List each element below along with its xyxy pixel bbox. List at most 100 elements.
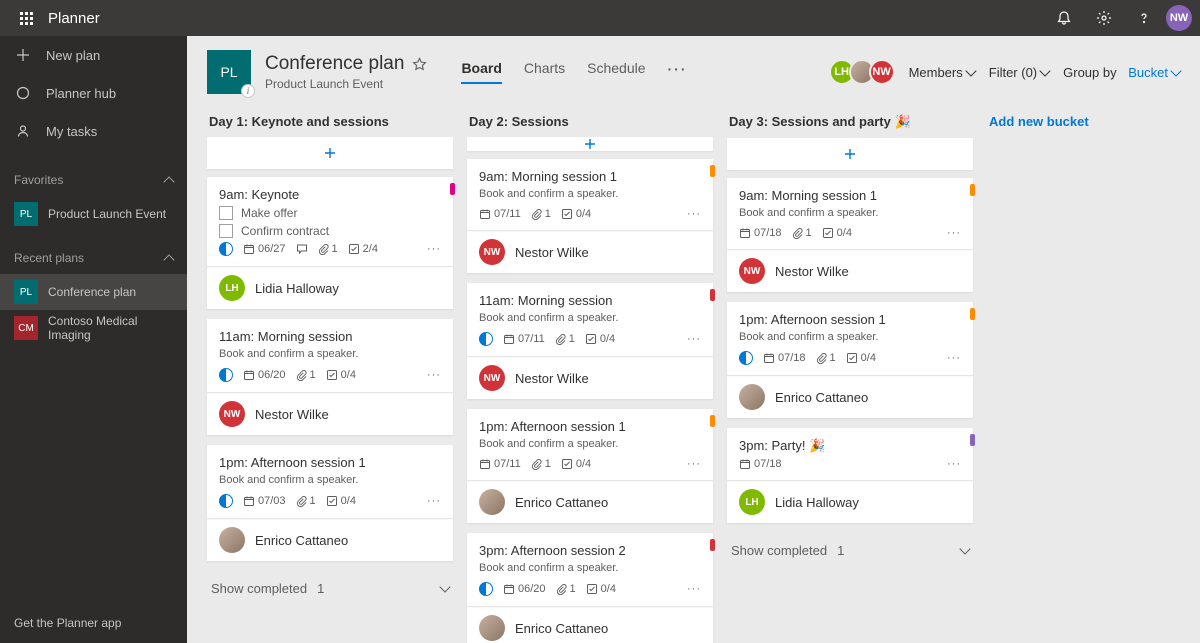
sidebar: New plan Planner hub My tasks Favorites … [0, 36, 187, 643]
sidebar-plan-item[interactable]: PL Conference plan [0, 274, 187, 310]
show-completed-toggle[interactable]: Show completed1 [207, 571, 453, 606]
card-more-icon[interactable]: ··· [687, 208, 701, 220]
task-card[interactable]: 11am: Morning sessionBook and confirm a … [207, 319, 453, 392]
add-bucket[interactable]: Add new bucket [987, 108, 1200, 623]
chevron-up-icon [163, 254, 174, 265]
sidebar-plan-item[interactable]: PL Product Launch Event [0, 196, 187, 232]
task-card[interactable]: 9am: KeynoteMake offerConfirm contract06… [207, 177, 453, 266]
tab-schedule[interactable]: Schedule [587, 60, 645, 84]
card-more-icon[interactable]: ··· [947, 227, 961, 239]
card-title: 1pm: Afternoon session 1 [739, 312, 961, 327]
card-title: 1pm: Afternoon session 1 [219, 455, 441, 470]
assignee-avatar [479, 489, 505, 515]
checklist-item[interactable]: Make offer [219, 206, 441, 220]
filter-dropdown[interactable]: Filter (0) [989, 65, 1049, 80]
help-icon[interactable] [1126, 0, 1162, 36]
checklist-item[interactable]: Confirm contract [219, 224, 441, 238]
assignee-row: LH Lidia Halloway [207, 266, 453, 309]
sidebar-plan-item[interactable]: CM Contoso Medical Imaging [0, 310, 187, 346]
assignee-name: Nestor Wilke [515, 245, 589, 260]
star-icon[interactable] [412, 57, 427, 72]
card-more-icon[interactable]: ··· [687, 333, 701, 345]
task-card[interactable]: 1pm: Afternoon session 1Book and confirm… [467, 409, 713, 480]
planner-hub-link[interactable]: Planner hub [0, 74, 187, 112]
progress-icon [479, 582, 493, 596]
plan-title: Conference plan [265, 53, 427, 75]
card-more-icon[interactable]: ··· [947, 458, 961, 470]
attachment-count: 1 [296, 369, 316, 381]
card-title: 1pm: Afternoon session 1 [479, 419, 701, 434]
plan-badge-small: PL [14, 280, 38, 304]
card-more-icon[interactable]: ··· [427, 495, 441, 507]
app-launcher-icon[interactable] [8, 0, 44, 36]
assignee-name: Enrico Cattaneo [775, 390, 868, 405]
chevron-down-icon [959, 543, 970, 554]
bucket-title[interactable]: Day 1: Keynote and sessions [207, 108, 453, 137]
members-dropdown[interactable]: Members [909, 65, 975, 80]
card-title: 11am: Morning session [219, 329, 441, 344]
info-icon[interactable]: i [241, 84, 255, 98]
card-more-icon[interactable]: ··· [427, 369, 441, 381]
card-meta: 06/2010/4··· [219, 368, 441, 382]
assignee-row: Enrico Cattaneo [207, 518, 453, 561]
assignee-avatar: LH [739, 489, 765, 515]
task-card[interactable]: 3pm: Party! 🎉07/18··· [727, 428, 973, 480]
more-tabs-icon[interactable]: ··· [668, 61, 688, 83]
due-date: 06/27 [243, 243, 286, 255]
recent-section[interactable]: Recent plans [0, 242, 187, 274]
bucket: Day 3: Sessions and party 🎉 9am: Morning… [727, 108, 973, 623]
add-task-button[interactable] [727, 138, 973, 170]
task-card[interactable]: 9am: Morning session 1 Book and confirm a… [467, 159, 713, 230]
chevron-down-icon [1170, 65, 1181, 76]
main-content: PL i Conference plan Product Launch Even… [187, 36, 1200, 643]
plan-name: Contoso Medical Imaging [48, 314, 173, 342]
bucket-title[interactable]: Day 2: Sessions [467, 108, 713, 137]
card-tag [710, 289, 715, 301]
view-tabs: Board Charts Schedule ··· [461, 60, 687, 84]
notifications-icon[interactable] [1046, 0, 1082, 36]
tab-board[interactable]: Board [461, 60, 501, 84]
chevron-up-icon [163, 176, 174, 187]
member-avatar: NW [869, 59, 895, 85]
card-more-icon[interactable]: ··· [687, 583, 701, 595]
settings-icon[interactable] [1086, 0, 1122, 36]
card-description: Book and confirm a speaker. [479, 188, 701, 200]
new-plan-button[interactable]: New plan [0, 36, 187, 74]
card-description: Book and confirm a speaker. [739, 207, 961, 219]
user-avatar[interactable]: NW [1166, 5, 1192, 31]
assignee-avatar [739, 384, 765, 410]
card-title: 11am: Morning session [479, 293, 701, 308]
card-more-icon[interactable]: ··· [427, 243, 441, 255]
card-title: 9am: Morning session 1 [479, 169, 701, 184]
assignee-name: Lidia Halloway [255, 281, 339, 296]
add-task-button[interactable] [207, 137, 453, 169]
checklist-count: 0/4 [585, 333, 615, 345]
bucket-title[interactable]: Day 3: Sessions and party 🎉 [727, 108, 973, 138]
checklist-count: 0/4 [846, 352, 876, 364]
task-card[interactable]: 9am: Morning session 1Book and confirm a… [727, 178, 973, 249]
assignee-avatar: NW [479, 365, 505, 391]
show-completed-toggle[interactable]: Show completed1 [727, 533, 973, 568]
card-more-icon[interactable]: ··· [947, 352, 961, 364]
plan-header: PL i Conference plan Product Launch Even… [187, 36, 1200, 102]
task-card[interactable]: 1pm: Afternoon session 1Book and confirm… [727, 302, 973, 375]
my-tasks-link[interactable]: My tasks [0, 112, 187, 150]
checklist-count: 0/4 [326, 369, 356, 381]
group-by-dropdown[interactable]: Group by Bucket [1063, 65, 1180, 80]
card-more-icon[interactable]: ··· [687, 458, 701, 470]
get-app-link[interactable]: Get the Planner app [0, 603, 187, 643]
task-card[interactable]: 1pm: Afternoon session 1Book and confirm… [207, 445, 453, 518]
assignee-row: Enrico Cattaneo [467, 606, 713, 643]
task-card[interactable]: 11am: Morning sessionBook and confirm a … [467, 283, 713, 356]
app-name: Planner [48, 10, 100, 27]
task-card[interactable]: 3pm: Afternoon session 2Book and confirm… [467, 533, 713, 606]
checkbox-icon [219, 206, 233, 220]
favorites-section[interactable]: Favorites [0, 164, 187, 196]
plan-subtitle: Product Launch Event [265, 77, 427, 91]
add-task-button[interactable] [467, 137, 713, 151]
assignee-avatar [479, 615, 505, 641]
tab-charts[interactable]: Charts [524, 60, 565, 84]
member-avatars[interactable]: LH NW [835, 59, 895, 85]
assignee-avatar: LH [219, 275, 245, 301]
assignee-name: Lidia Halloway [775, 495, 859, 510]
